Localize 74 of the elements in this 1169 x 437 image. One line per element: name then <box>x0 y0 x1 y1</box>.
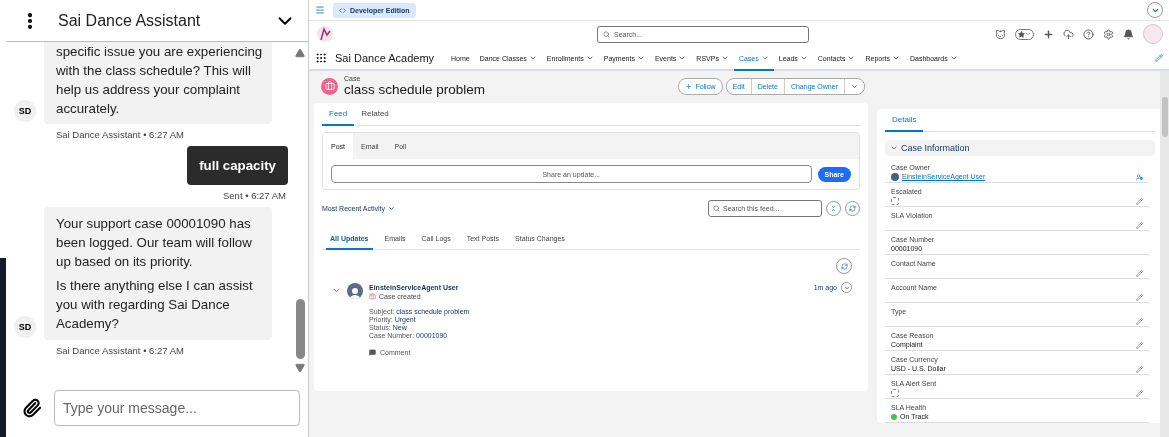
message-meta: Sent • 6:27 AM <box>223 190 286 201</box>
avatar-initials: SD <box>14 316 36 338</box>
edit-icon[interactable] <box>1136 318 1143 325</box>
edit-icon[interactable] <box>1136 390 1143 397</box>
avatar-icon <box>347 283 363 299</box>
plus-icon <box>685 82 693 90</box>
chevron-icon[interactable] <box>585 54 594 62</box>
edit-icon[interactable] <box>1136 366 1143 373</box>
message-bubble: full capacity <box>187 146 288 185</box>
code-icon <box>339 6 346 14</box>
section-header[interactable]: Case Information <box>885 140 1155 156</box>
comment-icon <box>369 349 376 356</box>
scrollbar-thumb[interactable] <box>295 299 305 359</box>
section-title: Case Information <box>901 143 970 153</box>
cloud-icon[interactable] <box>1063 28 1074 40</box>
chevron-icon[interactable] <box>678 54 687 62</box>
attach-icon[interactable] <box>22 398 42 418</box>
record-title: class schedule problem <box>344 82 486 97</box>
chevron-icon[interactable] <box>760 54 769 62</box>
edit-icon[interactable] <box>1136 222 1143 229</box>
refresh-button[interactable] <box>836 258 852 274</box>
chat-title: Sai Dance Assistant <box>58 11 202 30</box>
message-bubble: Your support case 00001090 has been logged. Our team will follow up based on its priority. Is there anything else I can assist you with regarding Sai Dance Academy? <box>44 207 272 340</box>
caret-icon <box>388 205 396 212</box>
search-icon <box>603 30 610 38</box>
app-name: Sai Dance Academy <box>335 51 435 66</box>
collapse-icon <box>830 205 837 212</box>
edit-icon[interactable] <box>1136 294 1143 301</box>
settings-icon[interactable] <box>1103 28 1114 40</box>
tab[interactable]: Related <box>354 103 396 126</box>
chevron-icon[interactable] <box>799 54 808 62</box>
chevron-icon <box>851 82 858 90</box>
briefcase-icon <box>324 81 335 91</box>
collapse-button[interactable] <box>826 201 841 216</box>
chevron-icon[interactable] <box>949 54 958 62</box>
message-input[interactable]: Type your message... <box>54 390 300 426</box>
scrollbar-thumb[interactable] <box>1161 97 1168 137</box>
help-icon[interactable] <box>1083 28 1094 40</box>
post-menu-button[interactable] <box>841 282 852 293</box>
avatar-icon <box>891 172 899 181</box>
edit-icon[interactable] <box>1136 270 1143 277</box>
star-icon <box>1018 30 1025 38</box>
chevron-icon <box>1025 31 1031 37</box>
scroll-up-icon[interactable] <box>295 48 305 58</box>
bell-icon[interactable] <box>1123 28 1134 40</box>
expand-icon[interactable] <box>332 286 341 295</box>
edit-icon[interactable] <box>1136 342 1143 349</box>
chevron-icon[interactable] <box>891 54 900 62</box>
chevron-icon[interactable] <box>847 54 856 62</box>
case-icon <box>369 293 376 300</box>
chevron-icon[interactable] <box>528 54 537 62</box>
chevron-icon <box>890 144 898 152</box>
message-bubble: specific issue you are experiencing with the class schedule? This will help us address your complaint accurately. <box>44 42 272 124</box>
avatar-initials: SD <box>14 100 36 122</box>
logo-icon <box>315 25 335 43</box>
message-meta: Sai Dance Assistant • 6:27 AM <box>56 345 185 356</box>
tab[interactable]: Details <box>885 109 924 132</box>
edit-nav-icon[interactable] <box>1155 54 1163 62</box>
edit-icon[interactable] <box>1136 198 1143 205</box>
change-owner-icon[interactable] <box>1136 174 1143 181</box>
tab[interactable]: Feed <box>322 103 355 126</box>
refresh-button[interactable] <box>845 201 860 216</box>
chevron-icon[interactable] <box>720 54 729 62</box>
chevron-icon <box>843 284 850 291</box>
search-icon <box>713 205 720 212</box>
message-meta: Sai Dance Assistant • 6:27 AM <box>56 129 185 140</box>
chevron-icon[interactable] <box>636 54 645 62</box>
add-icon[interactable] <box>1043 28 1054 40</box>
dropdown-button[interactable] <box>1147 2 1163 18</box>
refresh-icon <box>849 205 856 212</box>
refresh-icon <box>840 262 848 270</box>
app-launcher-icon[interactable] <box>315 52 327 64</box>
cat-icon[interactable] <box>995 28 1006 40</box>
scroll-down-icon[interactable] <box>295 363 305 373</box>
